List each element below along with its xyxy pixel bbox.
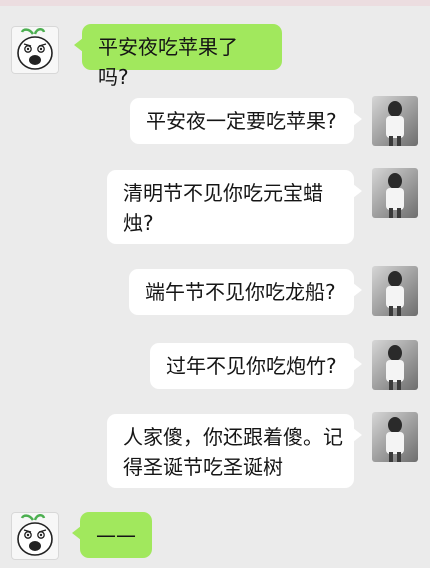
received-message-bubble[interactable]: 过年不见你吃炮竹? (150, 343, 362, 389)
message-text-line: 烛? (123, 211, 154, 235)
received-message-bubble[interactable]: 端午节不见你吃龙船? (129, 269, 362, 315)
girl-photo-avatar-icon[interactable] (372, 266, 418, 316)
rage-face-avatar-icon[interactable] (11, 26, 59, 74)
message-text: 平安夜吃苹果了吗? (98, 35, 238, 89)
girl-photo-avatar-icon[interactable] (372, 168, 418, 218)
received-message-bubble[interactable]: 平安夜一定要吃苹果? (130, 98, 362, 144)
girl-photo-avatar-icon[interactable] (372, 340, 418, 390)
message-text: 过年不见你吃炮竹? (166, 354, 337, 378)
message-text-line: 人家傻，你还跟着傻。记 (123, 425, 343, 449)
girl-photo-avatar-icon[interactable] (372, 412, 418, 462)
message-text: —— (96, 523, 136, 547)
message-text: 端午节不见你吃龙船? (145, 280, 336, 304)
message-text-line: 清明节不见你吃元宝蜡 (123, 181, 323, 205)
sent-message-bubble[interactable]: 平安夜吃苹果了吗? (74, 24, 282, 89)
rage-face-avatar-icon[interactable] (11, 512, 59, 560)
sent-message-bubble[interactable]: —— (72, 512, 152, 558)
girl-photo-avatar-icon[interactable] (372, 96, 418, 146)
received-message-bubble[interactable]: 清明节不见你吃元宝蜡 烛? (107, 170, 362, 244)
message-text-line: 得圣诞节吃圣诞树 (123, 455, 283, 479)
received-message-bubble[interactable]: 人家傻，你还跟着傻。记 得圣诞节吃圣诞树 (107, 414, 362, 488)
message-text: 平安夜一定要吃苹果? (146, 109, 337, 133)
top-divider (0, 0, 430, 6)
